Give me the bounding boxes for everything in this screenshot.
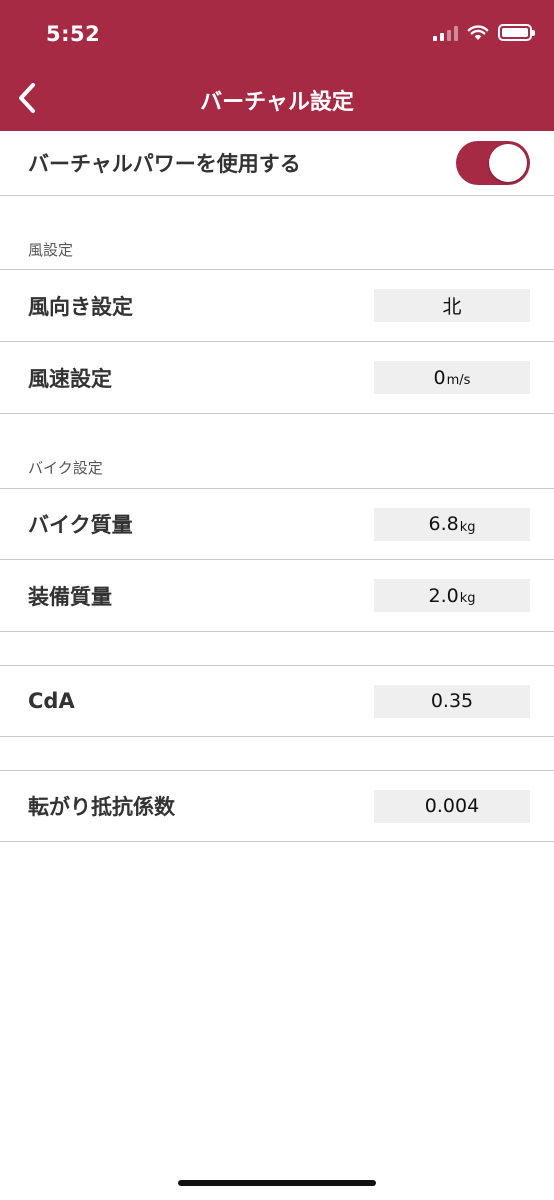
page-title: バーチャル設定 [200, 90, 354, 115]
cda-value[interactable]: 0.35 [374, 684, 530, 718]
home-indicator[interactable] [178, 1180, 376, 1186]
status-time: 5:52 [46, 22, 101, 46]
wind-section-title: 風設定 [28, 241, 74, 259]
rolling-resistance-row[interactable]: 転がり抵抗係数 0.004 [0, 771, 554, 842]
wind-speed-value[interactable]: 0 m/s [374, 361, 530, 394]
virtual-power-label: バーチャルパワーを使用する [28, 152, 301, 176]
rolling-spacer [0, 737, 554, 771]
wind-direction-value[interactable]: 北 [374, 289, 530, 322]
bike-mass-label: バイク質量 [28, 513, 133, 537]
cda-label: CdA [28, 689, 75, 713]
wind-direction-label: 風向き設定 [28, 294, 133, 319]
equipment-mass-row[interactable]: 装備質量 2.0 kg [0, 560, 554, 632]
wind-direction-row[interactable]: 風向き設定 北 [0, 270, 554, 342]
cda-spacer [0, 632, 554, 666]
bike-mass-row[interactable]: バイク質量 6.8 kg [0, 489, 554, 560]
bike-section-title: バイク設定 [28, 459, 103, 477]
header-bar: 5:52 バーチャル設定 [0, 0, 554, 131]
bike-mass-unit: kg [459, 519, 476, 535]
wind-speed-row[interactable]: 風速設定 0 m/s [0, 342, 554, 414]
equipment-mass-unit: kg [459, 591, 476, 606]
cellular-signal-icon [433, 25, 458, 41]
bike-section-header: バイク設定 [0, 414, 554, 489]
equipment-mass-value[interactable]: 2.0 kg [374, 579, 530, 612]
wifi-icon [467, 24, 489, 40]
wind-section-header: 風設定 [0, 196, 554, 270]
wind-speed-label: 風速設定 [28, 366, 112, 391]
battery-icon [498, 24, 535, 41]
virtual-power-row: バーチャルパワーを使用する [0, 131, 554, 196]
status-icons [433, 24, 535, 41]
virtual-settings-screen: 5:52 バーチャル設定 バーチャルパワーを使用する 風設定 風向き設定 北 風… [0, 0, 554, 1200]
rolling-resistance-label: 転がり抵抗係数 [28, 795, 175, 819]
cda-row[interactable]: CdA 0.35 [0, 666, 554, 737]
wind-speed-unit: m/s [446, 373, 471, 388]
rolling-resistance-value[interactable]: 0.004 [374, 789, 530, 823]
bike-mass-value[interactable]: 6.8 kg [374, 507, 530, 541]
virtual-power-toggle[interactable] [456, 141, 530, 185]
equipment-mass-label: 装備質量 [28, 584, 112, 609]
